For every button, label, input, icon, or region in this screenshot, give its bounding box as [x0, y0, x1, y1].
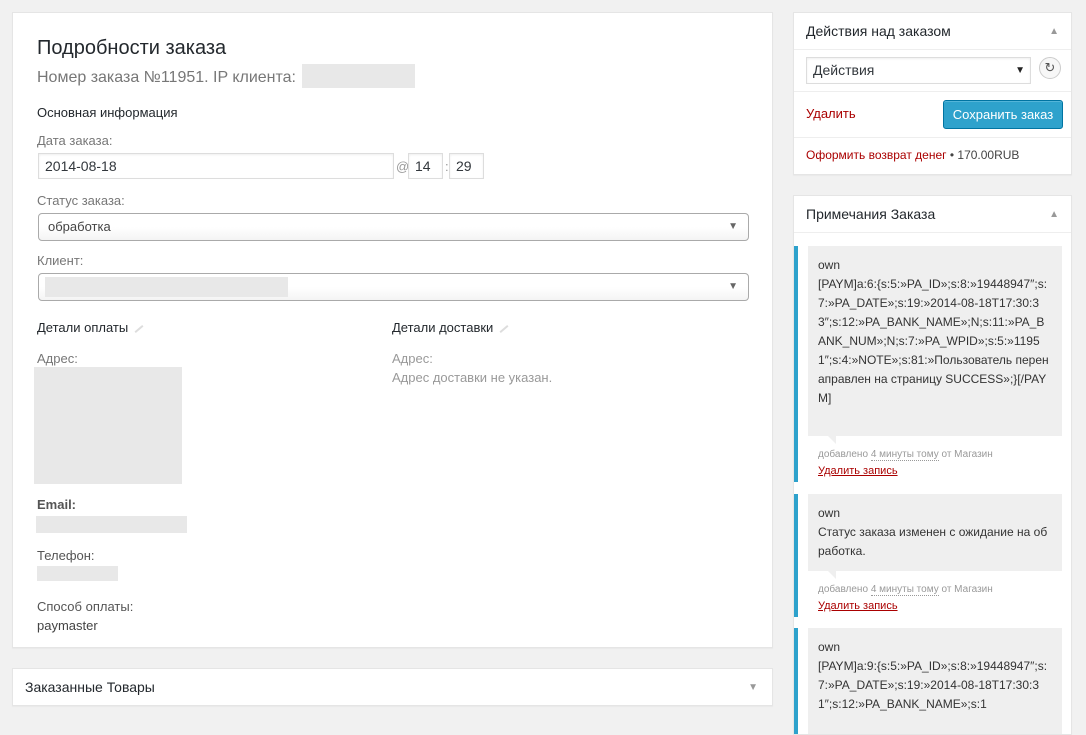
phone-label: Телефон:	[37, 548, 95, 563]
note-text: [PAYM]a:6:{s:5:»PA_ID»;s:8:»19448947″;s:…	[818, 277, 1049, 405]
edit-pencil-icon[interactable]	[134, 324, 144, 333]
billing-address-label: Адрес:	[37, 351, 78, 366]
order-notes-box: Примечания Заказа ▲ own [PAYM]a:6:{s:5:»…	[793, 195, 1072, 735]
chevron-down-icon: ▼	[728, 221, 738, 232]
toggle-arrow-icon[interactable]: ▲	[1049, 26, 1059, 37]
note-author: own	[818, 506, 841, 520]
billing-heading-text: Детали оплаты	[37, 320, 129, 335]
refund-amount: • 170.00RUB	[949, 148, 1020, 162]
note-author: own	[818, 258, 841, 272]
order-subtitle: Номер заказа №11951. IP клиента:	[37, 64, 416, 90]
refund-link[interactable]: Оформить возврат денег	[806, 148, 947, 162]
note-accent-bar	[794, 628, 798, 734]
page-title: Подробности заказа	[37, 37, 227, 59]
divider	[794, 91, 1071, 92]
note-added-prefix: добавлено	[818, 584, 869, 595]
note-bubble-tail	[828, 436, 836, 444]
email-redacted	[36, 516, 187, 533]
billing-address-redacted	[34, 367, 182, 484]
note-accent-bar	[794, 246, 798, 482]
shipping-heading-text: Детали доставки	[392, 320, 494, 335]
shipping-address-value: Адрес доставки не указан.	[392, 370, 553, 385]
order-note: own Статус заказа изменен с ожидание на …	[794, 494, 1071, 617]
status-label: Статус заказа:	[37, 193, 125, 208]
order-actions-box: Действия над заказом ▲ Действия ▼ ↻ Удал…	[793, 12, 1072, 175]
note-added-by: от Магазин	[941, 449, 993, 460]
client-name-redacted	[45, 277, 288, 297]
note-author: own	[818, 640, 841, 654]
note-added-time: 4 минуты тому	[870, 584, 939, 596]
note-accent-bar	[794, 494, 798, 617]
order-items-box[interactable]: Заказанные Товары ▼	[12, 668, 773, 706]
email-label: Email:	[37, 497, 77, 512]
divider	[794, 49, 1071, 50]
edit-pencil-icon[interactable]	[499, 324, 509, 333]
order-minute-input[interactable]: 29	[449, 153, 484, 179]
shipping-heading: Детали доставки	[392, 320, 509, 335]
order-status-select[interactable]: обработка ▼	[38, 213, 749, 241]
delete-order-link[interactable]: Удалить	[806, 106, 856, 121]
client-label: Клиент:	[37, 253, 84, 268]
divider	[794, 137, 1071, 138]
note-meta: добавлено 4 минуты тому от Магазин	[818, 449, 993, 461]
order-action-value: Действия	[813, 62, 875, 78]
note-bubble-tail	[828, 571, 836, 579]
client-select[interactable]: ▼	[38, 273, 749, 301]
payment-method-label: Способ оплаты:	[37, 599, 134, 614]
general-heading: Основная информация	[37, 105, 178, 120]
order-date-input[interactable]: 2014-08-18	[38, 153, 394, 179]
note-added-by: от Магазин	[941, 584, 993, 595]
phone-redacted	[37, 566, 118, 581]
order-status-value: обработка	[48, 219, 111, 234]
note-text: Статус заказа изменен с ожидание на обра…	[818, 525, 1048, 558]
note-added-time: 4 минуты тому	[870, 449, 939, 461]
order-note: own [PAYM]a:6:{s:5:»PA_ID»;s:8:»19448947…	[794, 246, 1071, 482]
order-hour-input[interactable]: 14	[408, 153, 443, 179]
order-actions-title: Действия над заказом	[806, 23, 951, 39]
billing-heading: Детали оплаты	[37, 320, 144, 335]
order-note: own [PAYM]a:9:{s:5:»PA_ID»;s:8:»19448947…	[794, 628, 1071, 734]
refresh-icon[interactable]: ↻	[1039, 57, 1061, 79]
order-items-title: Заказанные Товары	[25, 679, 155, 695]
delete-note-link[interactable]: Удалить запись	[818, 465, 898, 477]
divider	[794, 232, 1071, 233]
chevron-down-icon: ▼	[728, 281, 738, 292]
shipping-address-label: Адрес:	[392, 351, 433, 366]
payment-method-value: paymaster	[37, 618, 98, 633]
delete-note-link[interactable]: Удалить запись	[818, 600, 898, 612]
order-action-select[interactable]: Действия ▼	[806, 57, 1031, 84]
save-order-button[interactable]: Сохранить заказ	[943, 100, 1063, 129]
client-ip-redacted	[302, 64, 416, 88]
order-number-text: Номер заказа №11951. IP клиента:	[37, 69, 296, 87]
date-label: Дата заказа:	[37, 133, 113, 148]
note-content: own [PAYM]a:9:{s:5:»PA_ID»;s:8:»19448947…	[808, 628, 1062, 734]
note-meta: добавлено 4 минуты тому от Магазин	[818, 584, 993, 596]
note-text: [PAYM]a:9:{s:5:»PA_ID»;s:8:»19448947″;s:…	[818, 659, 1048, 711]
toggle-arrow-icon[interactable]: ▼	[748, 682, 758, 693]
toggle-arrow-icon[interactable]: ▲	[1049, 209, 1059, 220]
note-content: own Статус заказа изменен с ожидание на …	[808, 494, 1062, 571]
refund-row: Оформить возврат денег • 170.00RUB	[806, 148, 1019, 162]
order-details-panel: Подробности заказа Номер заказа №11951. …	[12, 12, 773, 648]
order-notes-title: Примечания Заказа	[806, 206, 936, 222]
note-added-prefix: добавлено	[818, 449, 869, 460]
chevron-down-icon: ▼	[1015, 65, 1025, 76]
note-content: own [PAYM]a:6:{s:5:»PA_ID»;s:8:»19448947…	[808, 246, 1062, 436]
